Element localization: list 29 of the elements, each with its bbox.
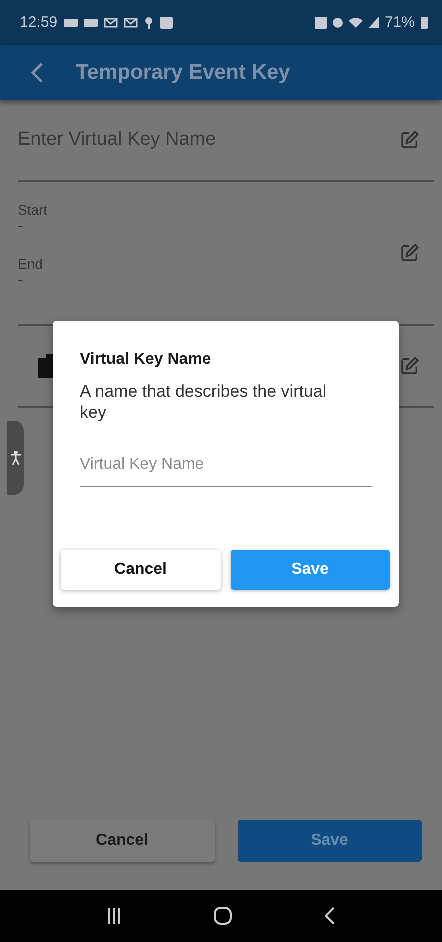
date-value: - xyxy=(18,272,24,290)
dialog-description: A name that describes the virtual key xyxy=(80,381,328,423)
key-name-field[interactable]: Enter Virtual Key Name xyxy=(18,129,216,151)
battery-percent: 71% xyxy=(384,14,415,31)
date-label: Start xyxy=(18,202,48,218)
dialog-title: Virtual Key Name xyxy=(80,351,212,369)
alarm-icon xyxy=(332,18,343,28)
signal-icon xyxy=(368,17,379,28)
edit-icon[interactable] xyxy=(400,130,420,150)
date-value: - xyxy=(18,218,24,236)
mail-icon xyxy=(124,18,138,28)
cancel-button[interactable]: Cancel xyxy=(61,550,220,590)
accessibility-tab[interactable] xyxy=(7,421,24,495)
status-time: 12:59 xyxy=(20,14,58,31)
battery-icon xyxy=(421,16,428,29)
save-button[interactable]: Save xyxy=(238,820,422,862)
edit-icon[interactable] xyxy=(400,243,420,263)
date-label: End xyxy=(18,256,44,272)
screen-title: Temporary Event Key xyxy=(76,60,290,84)
edit-icon[interactable] xyxy=(400,356,420,376)
recent-apps-icon[interactable] xyxy=(106,908,121,924)
key-icon xyxy=(144,16,154,28)
accessibility-icon xyxy=(10,451,20,465)
back-icon[interactable] xyxy=(325,907,336,925)
wifi-icon xyxy=(348,18,363,28)
cancel-button[interactable]: Cancel xyxy=(30,820,214,862)
save-button[interactable]: Save xyxy=(230,550,390,590)
home-icon[interactable] xyxy=(214,907,232,925)
mail-icon xyxy=(104,18,118,28)
